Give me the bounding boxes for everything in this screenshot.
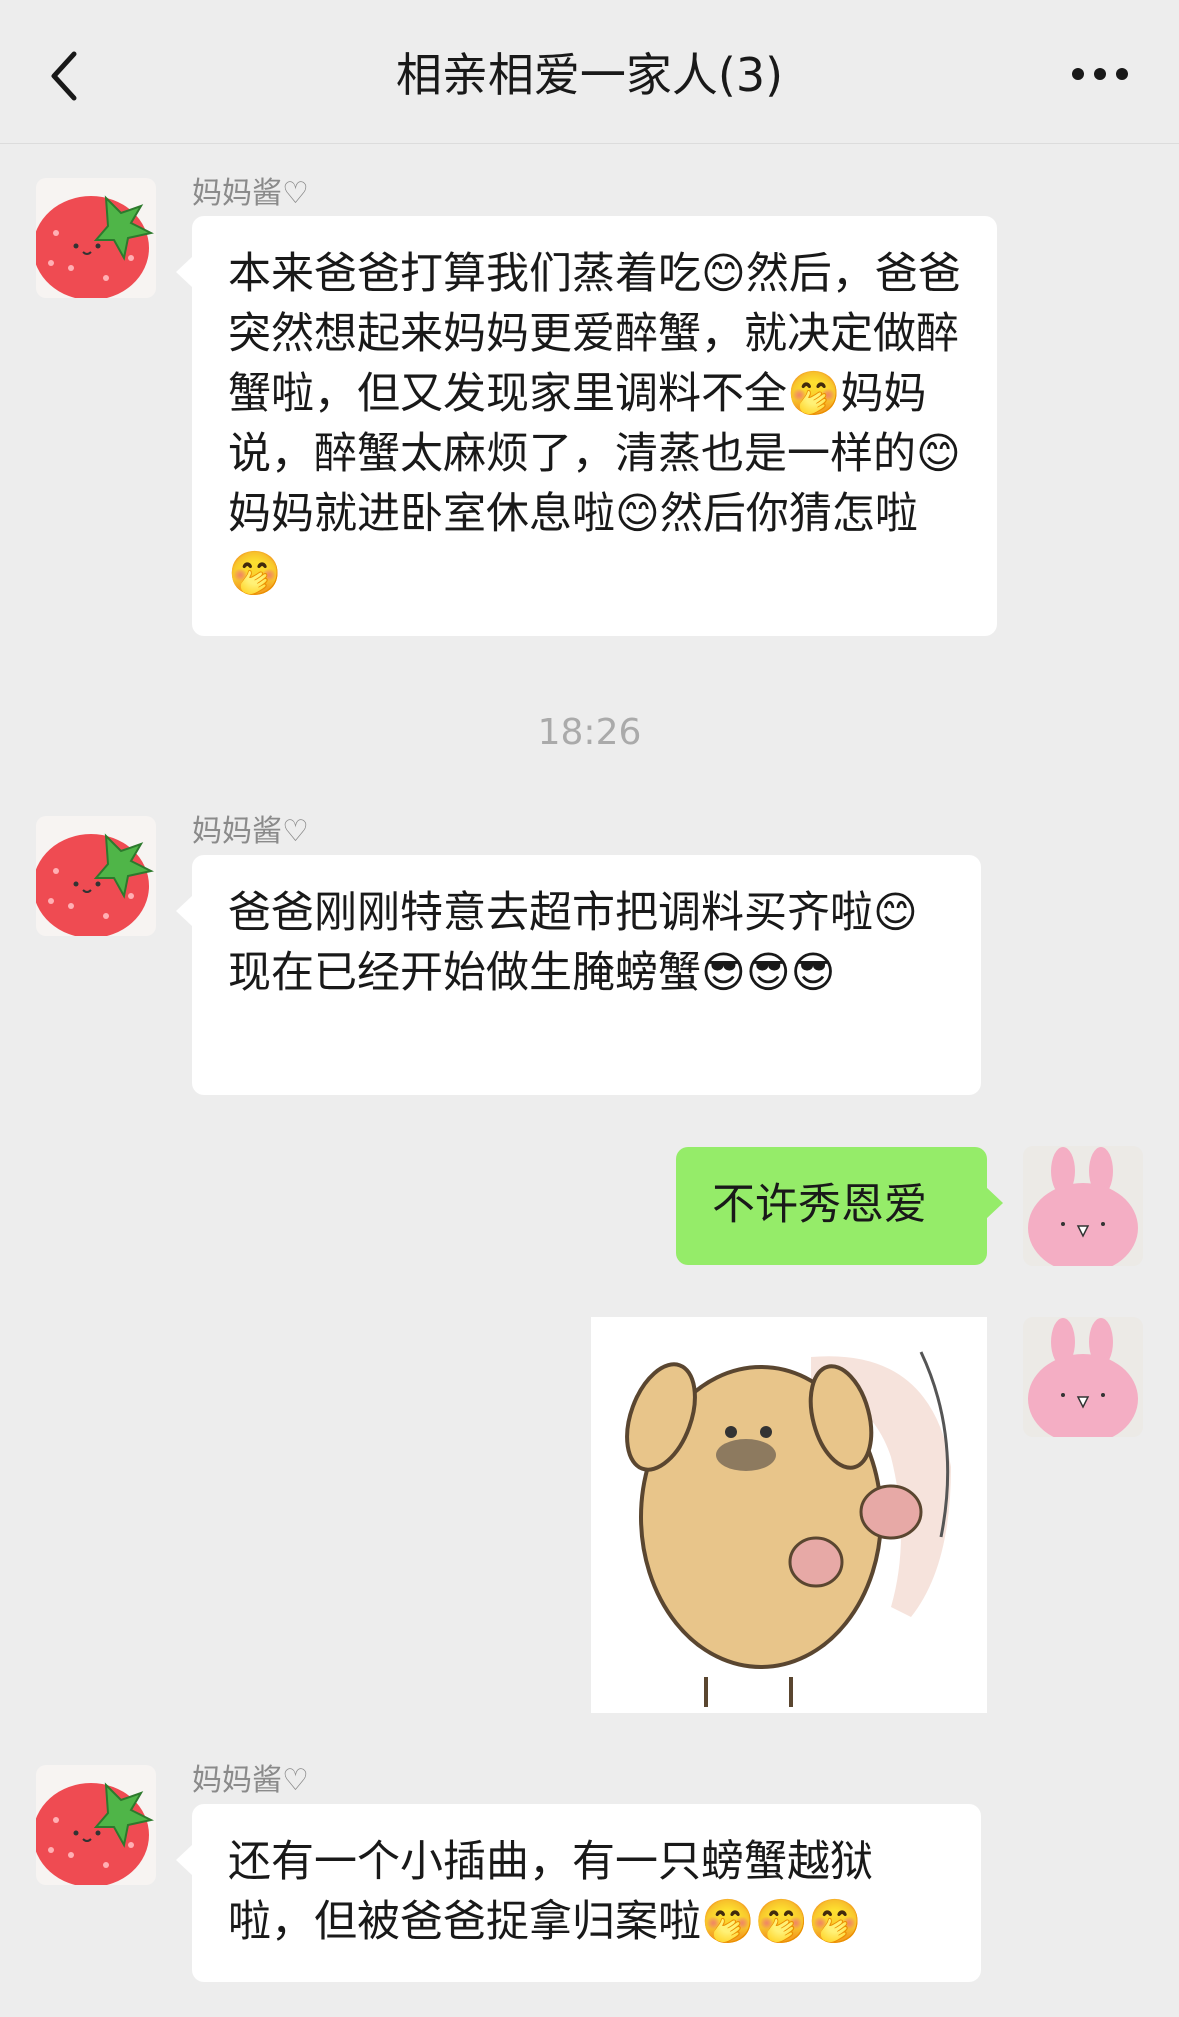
sender-name: 妈妈酱♡ bbox=[192, 176, 309, 211]
message-bubble[interactable]: 本来爸爸打算我们蒸着吃😊然后，爸爸突然想起来妈妈更爱醉蟹，就决定做醉蟹啦，但又发… bbox=[176, 216, 997, 636]
avatar-mom[interactable] bbox=[36, 816, 156, 936]
sender-name: 妈妈酱♡ bbox=[192, 814, 309, 849]
message-bubble[interactable]: 爸爸刚刚特意去超市把调料买齐啦😊现在已经开始做生腌螃蟹😎😎😎 bbox=[176, 855, 981, 1095]
dog-sticker-icon bbox=[591, 1317, 987, 1713]
chat-title: 相亲相爱一家人(3) bbox=[395, 48, 784, 102]
avatar-me[interactable] bbox=[1023, 1317, 1143, 1437]
strawberry-avatar-icon bbox=[36, 1765, 156, 1885]
message-bubble[interactable]: 还有一个小插曲，有一只螃蟹越狱啦，但被爸爸捉拿归案啦🤭🤭🤭 bbox=[176, 1804, 981, 1982]
message-bubble-mine[interactable]: 不许秀恩爱 bbox=[676, 1147, 1003, 1265]
avatar-mom[interactable] bbox=[36, 178, 156, 298]
ellipsis-icon bbox=[1072, 68, 1128, 80]
strawberry-avatar-icon bbox=[36, 816, 156, 936]
bunny-avatar-icon bbox=[1023, 1146, 1143, 1266]
more-button[interactable] bbox=[1068, 52, 1132, 96]
timestamp: 18:26 bbox=[537, 712, 642, 753]
strawberry-avatar-icon bbox=[36, 178, 156, 298]
avatar-mom[interactable] bbox=[36, 1765, 156, 1885]
sender-name: 妈妈酱♡ bbox=[192, 1763, 309, 1798]
bunny-avatar-icon bbox=[1023, 1317, 1143, 1437]
chat-header: 相亲相爱一家人(3) bbox=[0, 0, 1179, 144]
dog-sticker[interactable] bbox=[591, 1317, 987, 1713]
avatar-me[interactable] bbox=[1023, 1146, 1143, 1266]
